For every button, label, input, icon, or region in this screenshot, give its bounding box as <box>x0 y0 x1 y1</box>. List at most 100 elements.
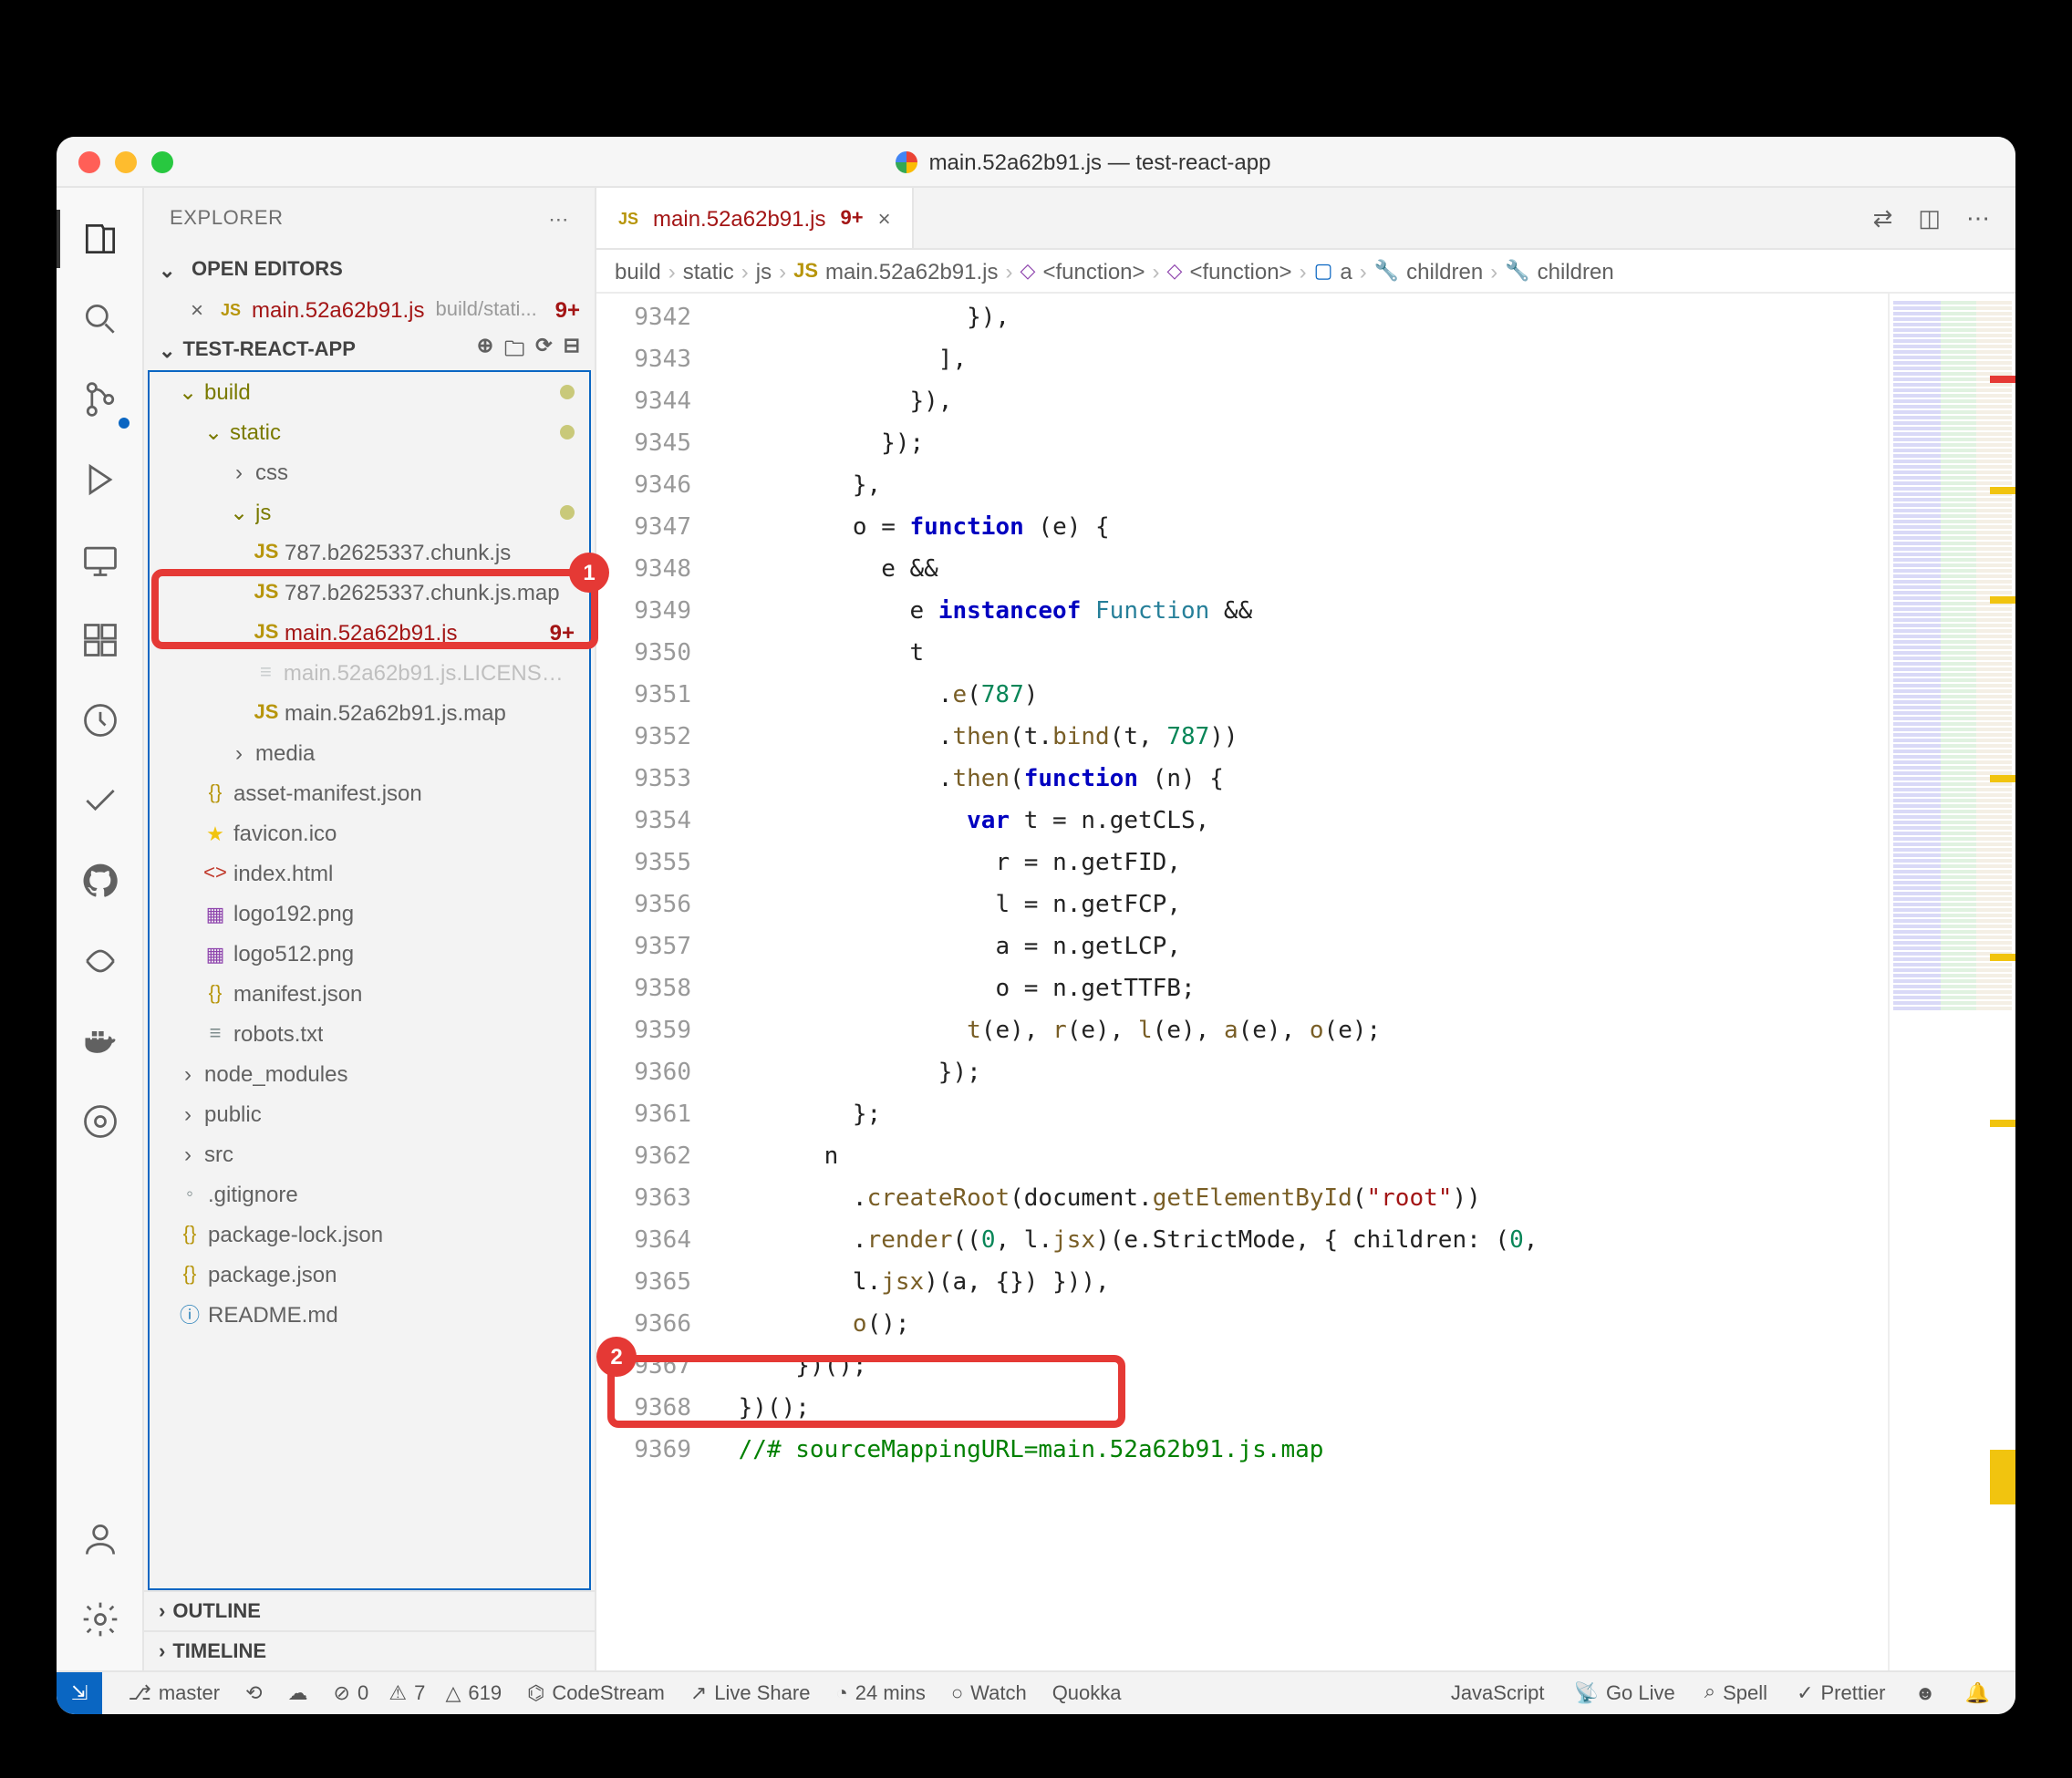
spell-button[interactable]: ⌕Spell <box>1704 1681 1767 1705</box>
file-chunk-js[interactable]: JS787.b2625337.chunk.js <box>150 532 589 573</box>
file-favicon[interactable]: ★favicon.ico <box>150 813 589 853</box>
prettier-button[interactable]: ✓Prettier <box>1797 1681 1885 1705</box>
cloud-button[interactable]: ☁ <box>288 1681 308 1705</box>
file-license[interactable]: ≡main.52a62b91.js.LICENSE.txt <box>150 653 589 693</box>
crumb[interactable]: children <box>1406 258 1483 284</box>
chevron-down-icon: ⌄ <box>159 258 184 282</box>
feedback-button[interactable]: ☻ <box>1914 1682 1935 1704</box>
remote-indicator[interactable]: ⇲ <box>57 1671 102 1714</box>
settings-gear-icon[interactable] <box>63 1583 136 1656</box>
crumb[interactable]: main.52a62b91.js <box>825 258 998 284</box>
folder-static[interactable]: ⌄static <box>150 412 589 452</box>
file-manifest[interactable]: {}manifest.json <box>150 974 589 1014</box>
watch-button[interactable]: ○Watch <box>951 1682 1027 1704</box>
file-main-map[interactable]: JSmain.52a62b91.js.map <box>150 693 589 733</box>
txt-icon: ≡ <box>201 1023 230 1045</box>
file-robots[interactable]: ≡robots.txt <box>150 1014 589 1054</box>
crumb[interactable]: <function> <box>1042 258 1145 284</box>
code-area[interactable]: 9342 9343 9344 9345 9346 9347 9348 9349 … <box>596 294 2015 1670</box>
more-icon[interactable]: ⋯ <box>548 207 569 231</box>
close-icon[interactable]: × <box>184 297 210 323</box>
sync-button[interactable]: ⟲ <box>245 1681 262 1705</box>
crumb[interactable]: static <box>683 258 734 284</box>
crumb[interactable]: children <box>1538 258 1614 284</box>
codestream-button[interactable]: ⌬CodeStream <box>527 1681 665 1705</box>
zoom-window[interactable] <box>151 150 173 172</box>
json-icon: {} <box>201 983 230 1005</box>
git-branch[interactable]: ⎇master <box>128 1681 220 1705</box>
new-file-icon[interactable]: ⊕ <box>477 333 493 367</box>
file-readme[interactable]: ⓘREADME.md <box>150 1295 589 1335</box>
folder-public[interactable]: ›public <box>150 1094 589 1134</box>
status-bar: ⇲ ⎇master ⟲ ☁ ⊘0 ⚠7 △619 ⌬CodeStream ↗Li… <box>57 1670 2015 1714</box>
codetour-icon[interactable] <box>63 1085 136 1158</box>
github-icon[interactable] <box>63 844 136 917</box>
js-icon: JS <box>252 582 281 604</box>
diff-icon[interactable]: ⇄ <box>1873 203 1893 233</box>
file-chunk-map[interactable]: JS787.b2625337.chunk.js.map <box>150 573 589 613</box>
folder-css[interactable]: ›css <box>150 452 589 492</box>
minimize-window[interactable] <box>115 150 137 172</box>
run-debug-view-icon[interactable] <box>63 443 136 516</box>
wakatime-icon[interactable] <box>63 684 136 757</box>
more-icon[interactable]: ⋯ <box>1966 203 1990 233</box>
spell-icon: ⌕ <box>1704 1681 1715 1705</box>
remote-explorer-icon[interactable] <box>63 523 136 596</box>
close-icon[interactable]: × <box>878 205 891 231</box>
file-asset-manifest[interactable]: {}asset-manifest.json <box>150 773 589 813</box>
tab-main-js[interactable]: JS main.52a62b91.js 9+ × <box>596 188 915 248</box>
problems-button[interactable]: ⊘0 ⚠7 △619 <box>334 1681 502 1705</box>
split-editor-icon[interactable]: ◫ <box>1918 203 1941 233</box>
overview-ruler[interactable] <box>1990 294 2015 1670</box>
crumb[interactable]: a <box>1340 258 1352 284</box>
project-label: TEST-REACT-APP <box>182 339 355 361</box>
breadcrumbs[interactable]: build› static› js› JS main.52a62b91.js› … <box>596 250 2015 294</box>
golive-button[interactable]: 📡Go Live <box>1574 1681 1675 1705</box>
quokka-button[interactable]: Quokka <box>1052 1682 1122 1704</box>
file-main-js[interactable]: JSmain.52a62b91.js9+ <box>150 613 589 653</box>
modified-dot-icon <box>560 385 575 399</box>
file-logo512[interactable]: ▦logo512.png <box>150 934 589 974</box>
symbol-icon: ◇ <box>1020 259 1036 283</box>
wakatime-button[interactable]: ◔24 mins <box>835 1682 925 1704</box>
extensions-view-icon[interactable] <box>63 604 136 677</box>
notifications-button[interactable]: 🔔 <box>1965 1681 1990 1705</box>
language-mode[interactable]: JavaScript <box>1451 1682 1545 1704</box>
docker-icon[interactable] <box>63 1005 136 1078</box>
open-editor-badge: 9+ <box>555 297 580 323</box>
crumb[interactable]: build <box>615 258 661 284</box>
file-gitignore[interactable]: ◦.gitignore <box>150 1174 589 1215</box>
folder-src[interactable]: ›src <box>150 1134 589 1174</box>
close-window[interactable] <box>78 150 100 172</box>
liveshare-button[interactable]: ↗Live Share <box>690 1681 811 1705</box>
crumb[interactable]: js <box>756 258 772 284</box>
explorer-view-icon[interactable] <box>63 202 136 275</box>
crumb[interactable]: <function> <box>1189 258 1291 284</box>
live-share-icon[interactable] <box>63 925 136 998</box>
accounts-icon[interactable] <box>63 1503 136 1576</box>
folder-build[interactable]: ⌄build <box>150 372 589 412</box>
project-section[interactable]: ⌄ TEST-REACT-APP ⊕ 🗀 ⟳ ⊟ <box>144 330 595 370</box>
open-editor-item[interactable]: × JS main.52a62b91.js build/stati... 9+ <box>144 290 595 330</box>
sidebar-title: EXPLORER <box>170 208 284 230</box>
file-index-html[interactable]: <>index.html <box>150 853 589 894</box>
open-editor-filename: main.52a62b91.js <box>252 297 424 323</box>
open-editors-section[interactable]: ⌄ OPEN EDITORS <box>144 250 595 290</box>
code-content[interactable]: }), ], }), }); }, o = function (e) { e &… <box>724 294 1888 1670</box>
file-package-lock[interactable]: {}package-lock.json <box>150 1215 589 1255</box>
folder-media[interactable]: ›media <box>150 733 589 773</box>
timeline-section[interactable]: ›TIMELINE <box>144 1630 595 1670</box>
folder-js[interactable]: ⌄js <box>150 492 589 532</box>
source-control-view-icon[interactable] <box>63 363 136 436</box>
outline-section[interactable]: ›OUTLINE <box>144 1590 595 1630</box>
folder-nodemodules[interactable]: ›node_modules <box>150 1054 589 1094</box>
checkmark-icon[interactable] <box>63 764 136 837</box>
refresh-icon[interactable]: ⟳ <box>535 333 552 367</box>
file-package[interactable]: {}package.json <box>150 1255 589 1295</box>
collapse-icon[interactable]: ⊟ <box>564 333 580 367</box>
file-logo192[interactable]: ▦logo192.png <box>150 894 589 934</box>
new-folder-icon[interactable]: 🗀 <box>504 333 524 367</box>
js-icon: JS <box>252 542 281 563</box>
sidebar: EXPLORER ⋯ ⌄ OPEN EDITORS × JS main.52a6… <box>144 188 596 1670</box>
search-view-icon[interactable] <box>63 283 136 356</box>
